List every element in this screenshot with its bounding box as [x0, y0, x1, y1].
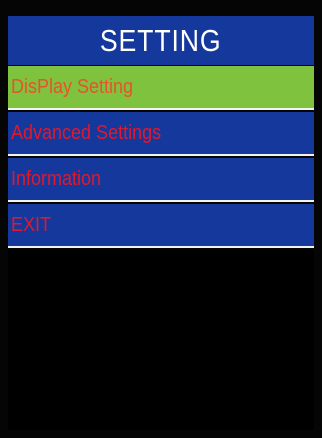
menu-item-exit[interactable]: EXIT: [8, 204, 314, 248]
menu-item-information[interactable]: Information: [8, 158, 314, 202]
settings-screen: SETTING DisPlay Setting Advanced Setting…: [0, 0, 322, 438]
empty-display-area: [8, 250, 314, 430]
settings-menu: DisPlay Setting Advanced Settings Inform…: [8, 66, 314, 250]
menu-item-label: EXIT: [11, 213, 52, 236]
title-bar: SETTING: [8, 16, 314, 65]
menu-item-label: Advanced Settings: [11, 121, 162, 144]
menu-item-label: DisPlay Setting: [11, 75, 134, 98]
menu-item-advanced-settings[interactable]: Advanced Settings: [8, 112, 314, 156]
menu-item-display-setting[interactable]: DisPlay Setting: [8, 66, 314, 110]
page-title: SETTING: [100, 22, 222, 58]
menu-item-label: Information: [11, 167, 102, 190]
